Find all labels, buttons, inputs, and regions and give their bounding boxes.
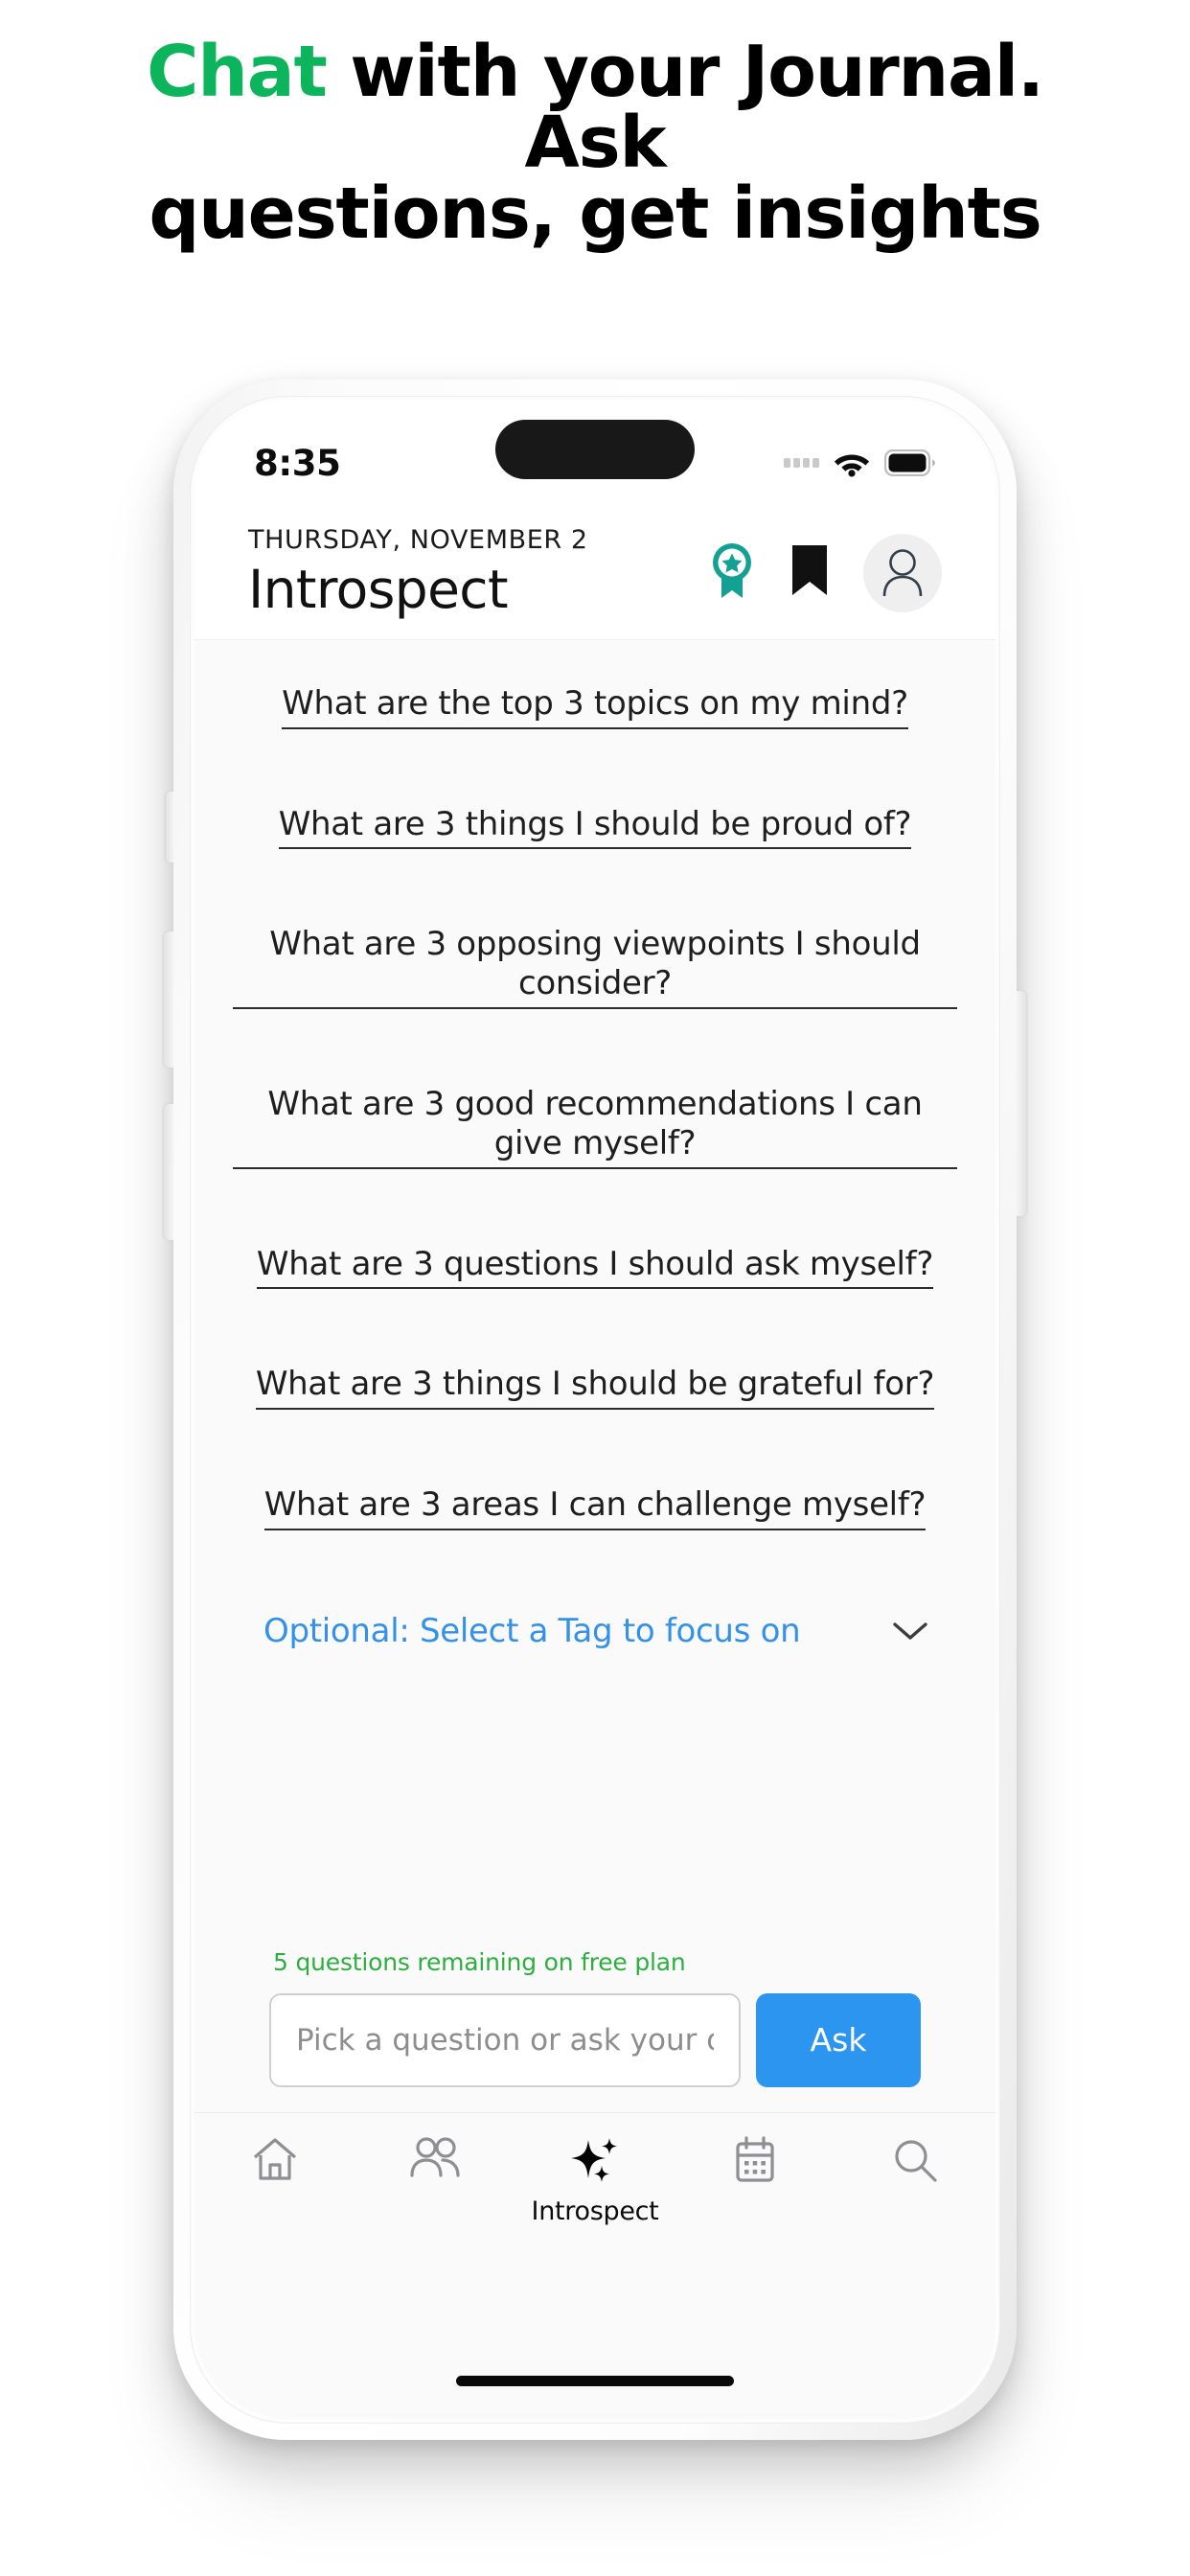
home-indicator xyxy=(456,2376,734,2386)
headline-line-1-rest: with your Journal. Ask xyxy=(326,31,1044,184)
phone-mockup: 8:35 THURSDAY, NOVEMBER 2 Introspect Wha… xyxy=(81,358,1109,2457)
people-icon xyxy=(408,2136,462,2183)
battery-full-icon xyxy=(884,449,936,476)
search-icon xyxy=(891,2136,939,2189)
phone-bezel: 8:35 THURSDAY, NOVEMBER 2 Introspect Wha… xyxy=(190,396,1000,2424)
tag-selector[interactable]: Optional: Select a Tag to focus on xyxy=(233,1612,957,1650)
phone-body: 8:35 THURSDAY, NOVEMBER 2 Introspect Wha… xyxy=(173,380,1017,2440)
suggested-question[interactable]: What are 3 things I should be proud of? xyxy=(278,805,912,850)
suggested-question[interactable]: What are 3 areas I can challenge myself? xyxy=(263,1485,927,1530)
headline-accent-word: Chat xyxy=(147,31,328,113)
marketing-headline: Chat with your Journal. Ask questions, g… xyxy=(0,36,1190,249)
tag-selector-label: Optional: Select a Tag to focus on xyxy=(263,1611,801,1650)
calendar-icon xyxy=(734,2136,776,2189)
phone-screen: 8:35 THURSDAY, NOVEMBER 2 Introspect Wha… xyxy=(195,401,995,2419)
wifi-icon xyxy=(833,448,871,477)
suggested-question-list: What are the top 3 topics on my mind? Wh… xyxy=(233,684,957,1606)
chevron-down-icon[interactable] xyxy=(892,1620,928,1643)
status-indicators xyxy=(784,448,936,477)
avatar[interactable] xyxy=(863,533,942,612)
tab-introspect-label: Introspect xyxy=(531,2196,659,2226)
headline-line-1: Chat with your Journal. Ask xyxy=(67,36,1123,178)
header-actions xyxy=(708,533,942,618)
bookmark-icon[interactable] xyxy=(789,542,831,603)
suggested-question[interactable]: What are the top 3 topics on my mind? xyxy=(282,684,908,729)
tab-people[interactable] xyxy=(355,2136,515,2183)
introspect-main: What are the top 3 topics on my mind? Wh… xyxy=(195,639,995,2112)
suggested-question[interactable]: What are 3 questions I should ask myself… xyxy=(256,1245,933,1290)
status-bar: 8:35 xyxy=(195,401,995,508)
composer: 5 questions remaining on free plan Ask xyxy=(233,1947,957,2112)
award-badge-icon[interactable] xyxy=(708,540,756,605)
tab-calendar[interactable] xyxy=(675,2136,835,2189)
app-store-screenshot: Chat with your Journal. Ask questions, g… xyxy=(0,0,1190,2576)
suggested-question[interactable]: What are 3 good recommendations I can gi… xyxy=(233,1085,957,1169)
composer-row: Ask xyxy=(269,1992,921,2087)
home-icon xyxy=(251,2136,299,2187)
tab-search[interactable] xyxy=(835,2136,995,2189)
header-date: THURSDAY, NOVEMBER 2 xyxy=(248,525,588,555)
suggested-question[interactable]: What are 3 things I should be grateful f… xyxy=(255,1365,934,1411)
app-header: THURSDAY, NOVEMBER 2 Introspect xyxy=(195,508,995,640)
tab-home[interactable] xyxy=(195,2136,355,2187)
sparkles-icon xyxy=(567,2136,623,2191)
question-input[interactable] xyxy=(269,1992,741,2087)
free-plan-note: 5 questions remaining on free plan xyxy=(273,1947,686,1976)
cellular-dots-icon xyxy=(784,458,819,468)
ask-button[interactable]: Ask xyxy=(756,1992,921,2087)
header-titles: THURSDAY, NOVEMBER 2 Introspect xyxy=(248,525,588,618)
tab-introspect[interactable]: Introspect xyxy=(515,2136,675,2226)
dynamic-island xyxy=(495,420,695,479)
suggested-question[interactable]: What are 3 opposing viewpoints I should … xyxy=(233,925,957,1009)
avatar-icon xyxy=(882,548,923,596)
bottom-tab-bar: Introspect xyxy=(195,2111,995,2266)
status-time: 8:35 xyxy=(254,442,341,484)
headline-line-2: questions, get insights xyxy=(149,172,1041,255)
page-title: Introspect xyxy=(248,559,509,620)
